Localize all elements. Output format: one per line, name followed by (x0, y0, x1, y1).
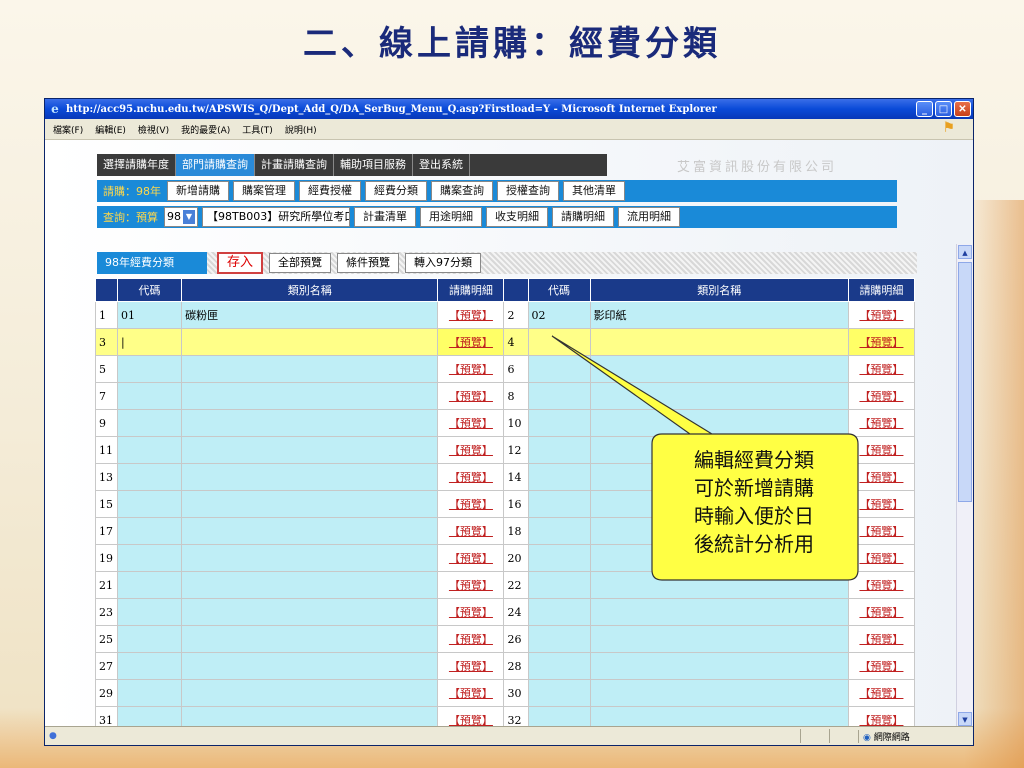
callout-line: 編輯經費分類 (694, 448, 814, 472)
callout-line: 後統計分析用 (694, 532, 814, 556)
callout-bubble (551, 335, 859, 581)
callout-line: 可於新增請購 (694, 476, 814, 500)
callout-text: 編輯經費分類 可於新增請購 時輸入便於日 後統計分析用 (652, 446, 856, 558)
callout-line: 時輸入便於日 (694, 504, 814, 528)
